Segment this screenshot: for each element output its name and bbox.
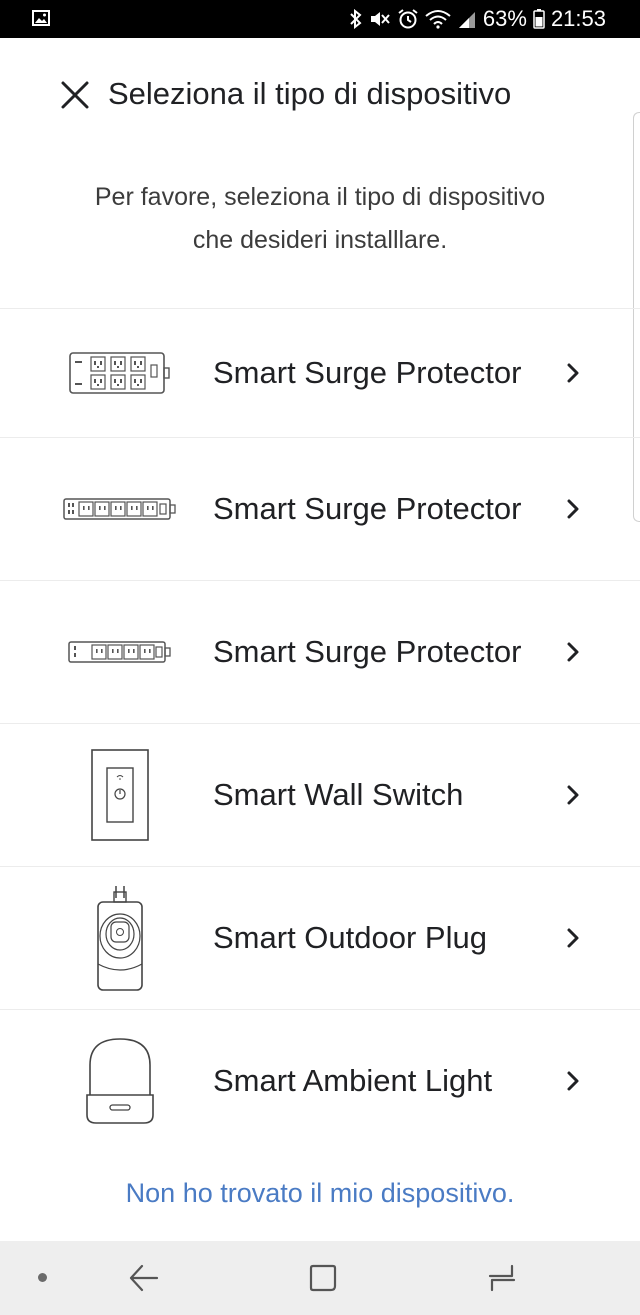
- device-label: Smart Ambient Light: [213, 1063, 493, 1098]
- device-label: Smart Surge Protector: [213, 634, 522, 669]
- chevron-right-icon: [567, 499, 579, 519]
- mute-icon: [370, 12, 390, 26]
- device-row-surge-protector-6[interactable]: Smart Surge Protector: [0, 437, 640, 580]
- not-found-link[interactable]: Non ho trovato il mio dispositivo.: [0, 1178, 640, 1209]
- instructions-line-1: Per favore, seleziona il tipo di disposi…: [94, 183, 546, 211]
- chevron-right-icon: [567, 642, 579, 662]
- image-icon: [32, 10, 50, 26]
- header: Seleziona il tipo di dispositivo: [0, 38, 640, 156]
- device-row-wall-switch[interactable]: Smart Wall Switch: [0, 723, 640, 866]
- device-row-surge-protector-4[interactable]: Smart Surge Protector: [0, 580, 640, 723]
- wifi-icon: [425, 10, 451, 29]
- ambient-light-icon: [86, 1038, 154, 1124]
- chevron-right-icon: [567, 1071, 579, 1091]
- device-row-ambient-light[interactable]: Smart Ambient Light: [0, 1009, 640, 1152]
- alarm-icon: [398, 9, 418, 29]
- chevron-right-icon: [567, 363, 579, 383]
- wall-switch-icon: [91, 749, 149, 841]
- clock: 21:53: [550, 6, 606, 31]
- surge-protector-12-outlet-icon: [69, 352, 170, 394]
- recents-icon[interactable]: [486, 1263, 518, 1293]
- back-icon[interactable]: [128, 1263, 160, 1293]
- nav-dot-icon[interactable]: [38, 1273, 47, 1282]
- chevron-right-icon: [567, 928, 579, 948]
- battery-percent: 63%: [482, 6, 527, 31]
- home-icon[interactable]: [308, 1263, 338, 1293]
- device-label: Smart Surge Protector: [213, 355, 522, 390]
- device-row-outdoor-plug[interactable]: Smart Outdoor Plug: [0, 866, 640, 1009]
- surge-protector-4-outlet-icon: [68, 641, 171, 663]
- surge-protector-6-outlet-icon: [63, 498, 176, 520]
- instructions-line-2: che desideri installlare.: [192, 226, 448, 254]
- device-list: Smart Surge Protector Smart Surge Protec…: [0, 308, 640, 1152]
- status-bar: 63% 21:53: [0, 0, 640, 38]
- chevron-right-icon: [567, 785, 579, 805]
- nav-bar: [0, 1241, 640, 1315]
- status-icons: 63% 21:53: [349, 0, 606, 38]
- device-row-surge-protector-12[interactable]: Smart Surge Protector: [0, 308, 640, 437]
- bluetooth-icon: [350, 9, 362, 29]
- battery-icon: [533, 9, 545, 29]
- instructions: Per favore, seleziona il tipo di disposi…: [30, 176, 610, 262]
- device-label: Smart Wall Switch: [213, 777, 464, 812]
- page-title: Seleziona il tipo di dispositivo: [108, 76, 512, 111]
- close-icon[interactable]: [58, 78, 92, 112]
- device-label: Smart Surge Protector: [213, 491, 522, 526]
- outdoor-plug-icon: [97, 886, 143, 991]
- device-label: Smart Outdoor Plug: [213, 920, 487, 955]
- signal-icon: [458, 12, 475, 28]
